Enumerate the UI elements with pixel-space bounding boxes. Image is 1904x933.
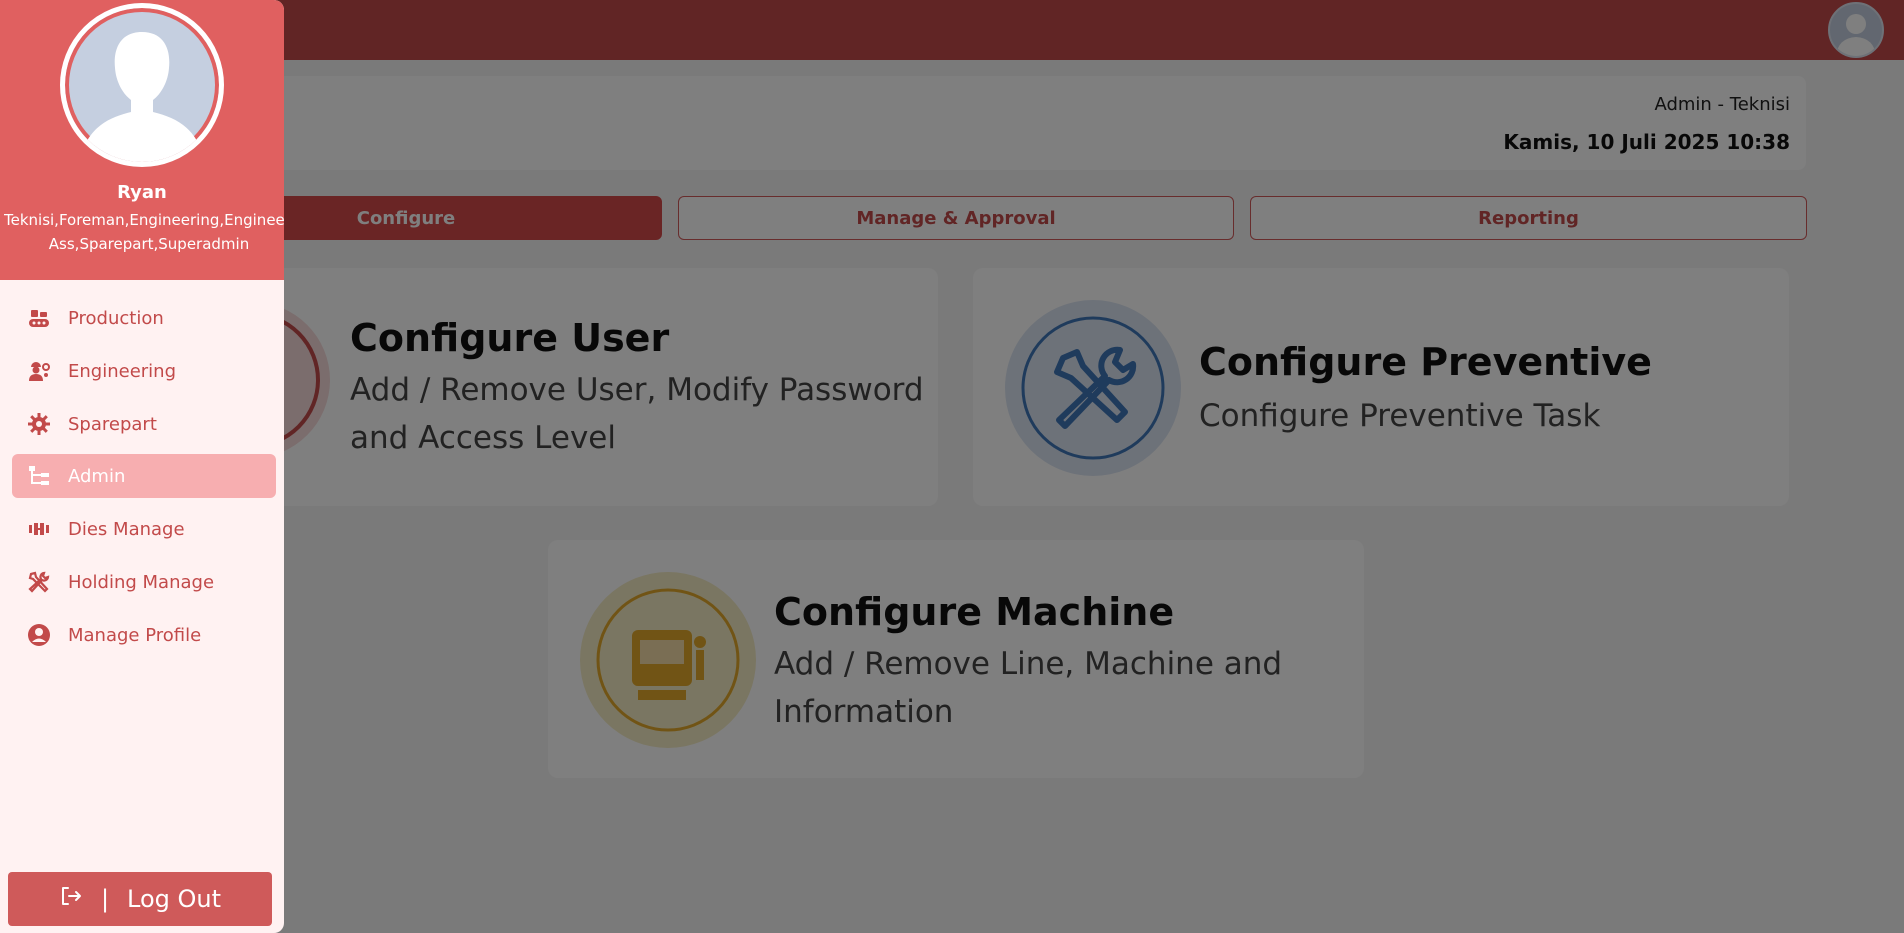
sidebar-item-production[interactable]: Production xyxy=(12,296,276,340)
tools-icon xyxy=(26,569,52,595)
user-roles: Teknisi,Foreman,Engineering,Engineering … xyxy=(4,208,284,256)
sidebar-item-label: Manage Profile xyxy=(68,624,202,646)
sidebar-item-label: Engineering xyxy=(68,360,176,382)
engineer-icon xyxy=(26,358,52,384)
user-roles-line2: Ass,Sparepart,Superadmin xyxy=(48,235,250,253)
conveyor-icon xyxy=(26,305,52,331)
sidebar-item-admin[interactable]: Admin xyxy=(12,454,276,498)
user-silhouette-icon xyxy=(79,32,205,162)
sidebar-item-holding-manage[interactable]: Holding Manage xyxy=(12,560,276,604)
sidebar-header: Ryan Teknisi,Foreman,Engineering,Enginee… xyxy=(0,0,284,280)
modal-backdrop[interactable] xyxy=(0,0,1904,933)
dies-icon xyxy=(26,516,52,542)
sitemap-icon xyxy=(26,463,52,489)
logout-button[interactable]: | Log Out xyxy=(8,872,272,926)
profile-avatar xyxy=(60,3,224,167)
sidebar-item-engineering[interactable]: Engineering xyxy=(12,349,276,393)
logout-label: Log Out xyxy=(127,885,222,913)
sidebar-item-manage-profile[interactable]: Manage Profile xyxy=(12,613,276,657)
sidebar: Ryan Teknisi,Foreman,Engineering,Enginee… xyxy=(0,0,284,933)
sidebar-item-dies-manage[interactable]: Dies Manage xyxy=(12,507,276,551)
user-name: Ryan xyxy=(117,182,167,203)
sidebar-item-label: Dies Manage xyxy=(68,518,185,540)
user-circle-icon xyxy=(26,622,52,648)
user-roles-line1: Teknisi,Foreman,Engineering,Engineering xyxy=(4,211,284,229)
sidebar-item-label: Holding Manage xyxy=(68,571,215,593)
logout-separator: | xyxy=(100,885,110,913)
sidebar-item-label: Sparepart xyxy=(68,413,157,435)
gear-icon xyxy=(26,411,52,437)
sidebar-item-label: Admin xyxy=(68,465,126,487)
logout-icon xyxy=(59,884,83,914)
sidebar-item-sparepart[interactable]: Sparepart xyxy=(12,402,276,446)
sidebar-item-label: Production xyxy=(68,307,164,329)
